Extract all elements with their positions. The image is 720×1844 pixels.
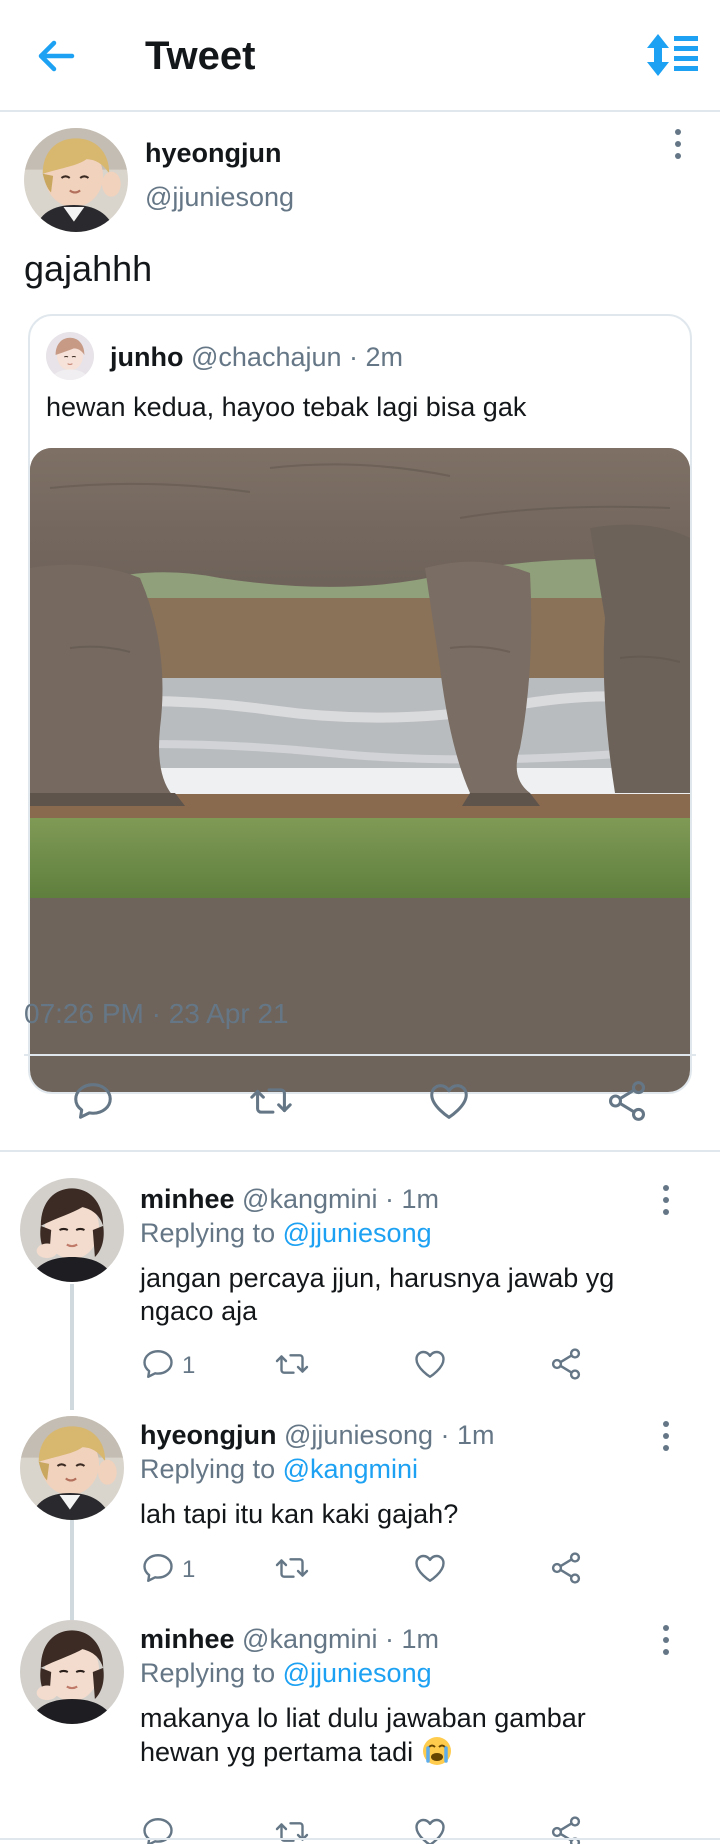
tweet-action-bar <box>0 1062 720 1142</box>
reply-header: minhee @kangmini · 1m <box>140 1184 439 1215</box>
more-options-icon[interactable] <box>654 1622 678 1658</box>
tweet-text: gajahhh <box>24 248 153 289</box>
like-icon[interactable] <box>412 1550 448 1586</box>
reply-icon[interactable] <box>70 1078 116 1124</box>
reply-count: 1 <box>182 1556 196 1583</box>
reply-count: 1 <box>182 1352 196 1379</box>
more-options-icon[interactable] <box>654 1182 678 1218</box>
more-options-icon[interactable] <box>666 126 690 162</box>
reply-author-name[interactable]: hyeongjun <box>140 1420 277 1450</box>
quoted-author-meta: @chachajun · 2m <box>191 342 404 372</box>
avatar[interactable] <box>20 1416 124 1520</box>
reply-text: jangan percaya jjun, harusnya jawab yg n… <box>140 1263 615 1326</box>
more-options-icon[interactable] <box>654 1418 678 1454</box>
avatar[interactable] <box>20 1620 124 1724</box>
replying-to-label: Replying to <box>140 1454 283 1484</box>
quoted-author-name: junho <box>110 342 184 372</box>
replying-to: Replying to @jjuniesong <box>140 1218 432 1249</box>
avatar[interactable] <box>24 128 128 232</box>
retweet-icon[interactable] <box>274 1346 310 1382</box>
divider <box>24 1054 696 1056</box>
mention-link[interactable]: @kangmini <box>283 1454 418 1484</box>
reply-author-meta: @kangmini · 1m <box>242 1184 440 1214</box>
loudly-crying-face-icon <box>421 1735 453 1767</box>
quoted-tweet[interactable]: junho @chachajun · 2m hewan kedua, hayoo… <box>28 314 692 1094</box>
reply-author-meta: @kangmini · 1m <box>242 1624 440 1654</box>
reply-text-block: makanya lo liat dulu jawaban gambar hewa… <box>140 1702 660 1769</box>
section-divider <box>0 1150 720 1152</box>
share-icon[interactable] <box>548 1550 584 1586</box>
mention-link[interactable]: @jjuniesong <box>283 1218 432 1248</box>
quoted-tweet-text: hewan kedua, hayoo tebak lagi bisa gak <box>46 392 527 422</box>
reply-header: hyeongjun @jjuniesong · 1m <box>140 1420 495 1451</box>
like-icon[interactable] <box>426 1078 472 1124</box>
tweet-timestamp[interactable]: 07:26 PM · 23 Apr 21 <box>24 998 289 1030</box>
reply-author-name[interactable]: minhee <box>140 1184 235 1214</box>
back-arrow-icon[interactable] <box>32 34 80 78</box>
divider <box>0 1838 720 1840</box>
avatar <box>46 332 94 380</box>
author-name[interactable]: hyeongjun <box>145 138 282 169</box>
replying-to-label: Replying to <box>140 1218 283 1248</box>
share-icon[interactable] <box>604 1078 650 1124</box>
replying-to: Replying to @kangmini <box>140 1454 418 1485</box>
reply-text: lah tapi itu kan kaki gajah? <box>140 1499 459 1529</box>
like-icon[interactable] <box>412 1346 448 1382</box>
sort-replies-icon[interactable] <box>644 32 700 78</box>
thread-connector <box>70 1520 74 1620</box>
top-bar: Tweet <box>0 0 720 112</box>
reply-author-meta: @jjuniesong · 1m <box>284 1420 495 1450</box>
replying-to: Replying to @jjuniesong <box>140 1658 432 1689</box>
reply-author-name[interactable]: minhee <box>140 1624 235 1654</box>
thread-connector <box>70 1284 74 1410</box>
retweet-icon[interactable] <box>274 1550 310 1586</box>
author-handle[interactable]: @jjuniesong <box>145 182 294 213</box>
avatar[interactable] <box>20 1178 124 1282</box>
share-icon[interactable] <box>548 1346 584 1382</box>
reply-icon[interactable] <box>140 1346 176 1382</box>
page-title: Tweet <box>145 34 256 78</box>
reply-icon[interactable] <box>140 1550 176 1586</box>
reply-text: makanya lo liat dulu jawaban gambar hewa… <box>140 1703 586 1767</box>
reply-header: minhee @kangmini · 1m <box>140 1624 439 1655</box>
mention-link[interactable]: @jjuniesong <box>283 1658 432 1688</box>
retweet-icon[interactable] <box>248 1078 294 1124</box>
replying-to-label: Replying to <box>140 1658 283 1688</box>
quoted-tweet-header: junho @chachajun · 2m <box>110 342 403 373</box>
